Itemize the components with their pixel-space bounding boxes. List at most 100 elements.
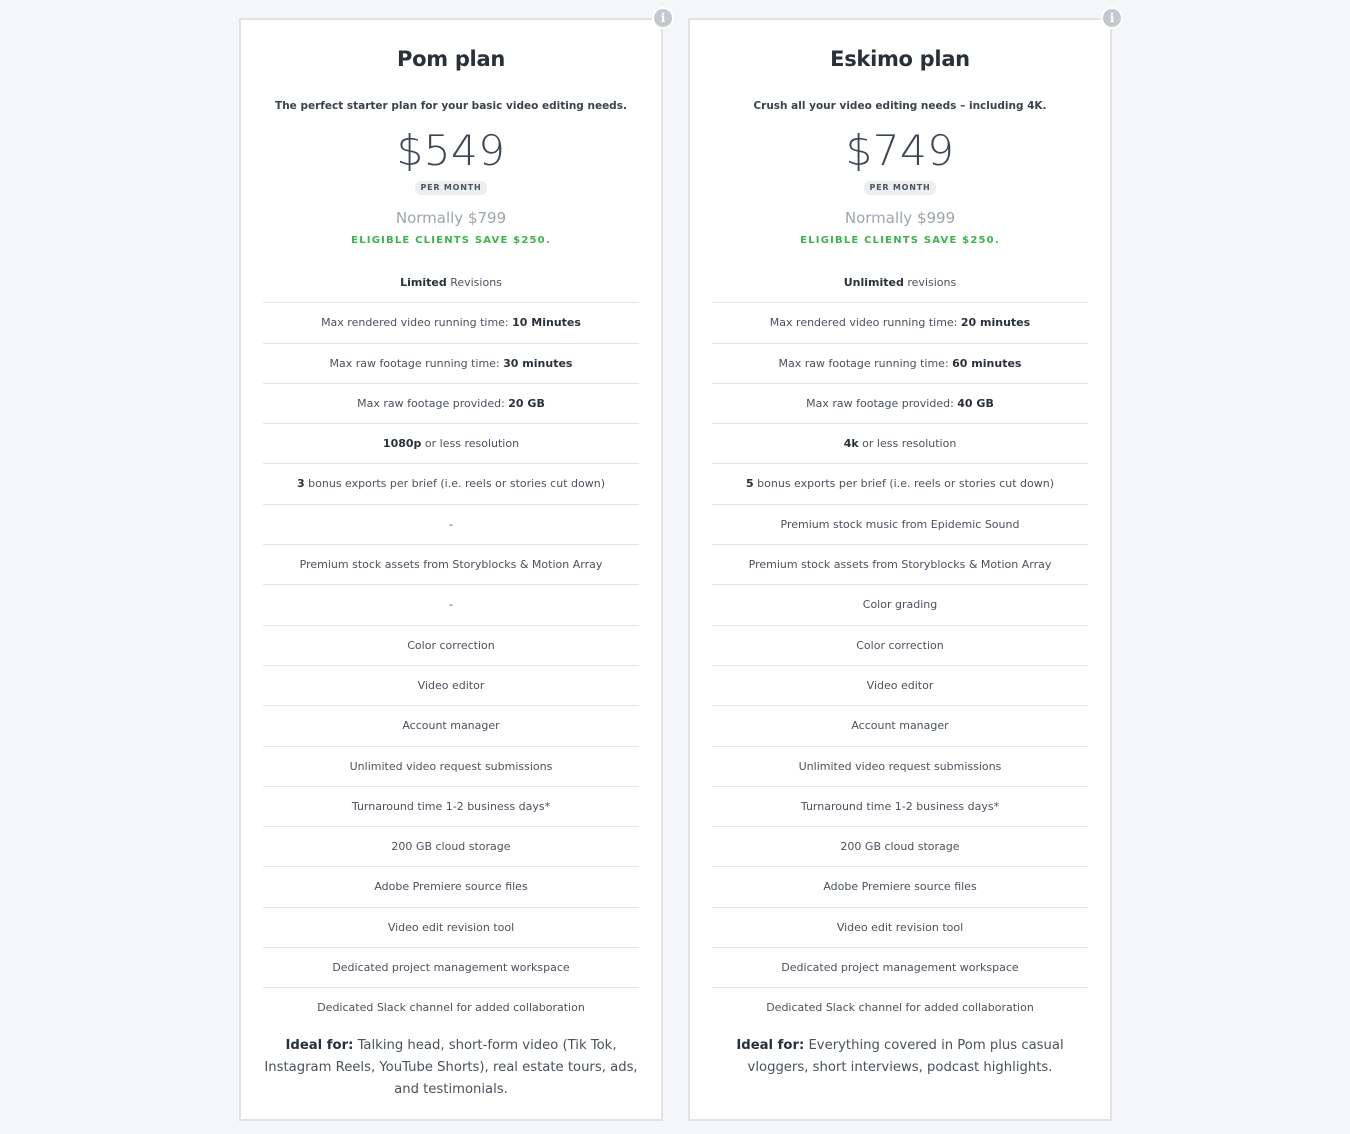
feature-text: Dedicated project management workspace (332, 961, 570, 975)
feature-item: Video edit revision tool (712, 908, 1088, 949)
feature-text: Unlimited video request submissions (349, 759, 553, 773)
plan-card-pom: i Pom plan The perfect starter plan for … (239, 9, 672, 1121)
feature-text: 200 GB cloud storage (840, 840, 960, 854)
feature-item: Dedicated project management workspace (263, 948, 639, 989)
feature-highlight: 5 (746, 477, 754, 491)
feature-item: 4k or less resolution (712, 424, 1088, 465)
feature-item: Max rendered video running time: 10 Minu… (263, 303, 639, 344)
feature-item: 3 bonus exports per brief (i.e. reels or… (263, 464, 639, 505)
feature-text: Premium stock assets from Storyblocks & … (748, 558, 1052, 572)
feature-item: Video edit revision tool (263, 908, 639, 949)
feature-text: Adobe Premiere source files (374, 880, 528, 894)
feature-text: Color correction (856, 638, 944, 652)
ideal-for: Ideal for: Talking head, short-form vide… (263, 1035, 639, 1101)
feature-text: Dedicated Slack channel for added collab… (766, 1001, 1034, 1015)
feature-text: 200 GB cloud storage (391, 840, 511, 854)
plan-price: $749 (845, 126, 955, 175)
feature-list: Limited Revisions Max rendered video runn… (241, 263, 661, 1029)
feature-text: Premium stock assets from Storyblocks & … (299, 558, 603, 572)
feature-text: Video editor (866, 678, 934, 692)
feature-item: Turnaround time 1-2 business days* (263, 787, 639, 828)
plan-tagline: The perfect starter plan for your basic … (275, 100, 627, 112)
feature-text: Color grading (862, 598, 938, 612)
feature-text: Dedicated Slack channel for added collab… (317, 1001, 585, 1015)
feature-text: Max raw footage provided: (806, 396, 958, 410)
feature-text: bonus exports per brief (i.e. reels or s… (753, 477, 1054, 491)
ideal-for-label: Ideal for: (285, 1037, 354, 1053)
savings-note: ELIGIBLE CLIENTS SAVE $250. (351, 235, 551, 246)
feature-text: revisions (903, 276, 957, 289)
feature-item: Video editor (263, 666, 639, 707)
feature-text: Max raw footage running time: (778, 356, 953, 370)
feature-text: Video edit revision tool (836, 920, 964, 934)
feature-highlight: 30 minutes (503, 356, 573, 370)
feature-item: Premium stock assets from Storyblocks & … (712, 545, 1088, 586)
feature-text: Color correction (407, 638, 495, 652)
feature-item: Max raw footage provided: 20 GB (263, 384, 639, 425)
feature-text: Video edit revision tool (387, 920, 515, 934)
feature-item: Turnaround time 1-2 business days* (712, 787, 1088, 828)
feature-highlight: 20 GB (508, 396, 545, 410)
feature-text: Max rendered video running time: (321, 316, 513, 330)
feature-text: bonus exports per brief (i.e. reels or s… (304, 477, 605, 491)
feature-highlight: 3 (297, 477, 305, 491)
feature-item: 5 bonus exports per brief (i.e. reels or… (712, 464, 1088, 505)
feature-item: Color grading (712, 585, 1088, 626)
feature-item: Adobe Premiere source files (263, 867, 639, 908)
feature-item: Color correction (263, 626, 639, 666)
feature-text: Dedicated project management workspace (781, 961, 1019, 975)
feature-highlight: 4k (843, 437, 859, 451)
feature-highlight: 60 minutes (952, 356, 1022, 370)
feature-text: Unlimited video request submissions (798, 759, 1002, 773)
feature-highlight: 20 minutes (960, 316, 1031, 330)
feature-text: Max raw footage provided: (357, 396, 509, 410)
feature-text: or less resolution (858, 437, 957, 451)
feature-item: Account manager (712, 706, 1088, 747)
price-period-badge: PER MONTH (864, 181, 936, 195)
info-icon[interactable]: i (1103, 9, 1121, 27)
feature-list: Unlimited revisions Max rendered video ru… (690, 263, 1110, 1029)
feature-item: Color correction (712, 626, 1088, 666)
feature-item: Limited Revisions (263, 263, 639, 304)
feature-item: - (263, 505, 639, 546)
feature-item: 200 GB cloud storage (263, 827, 639, 868)
feature-item: Unlimited video request submissions (712, 747, 1088, 787)
feature-highlight: 40 GB (957, 396, 994, 410)
ideal-for-label: Ideal for: (736, 1037, 805, 1053)
feature-text: Turnaround time 1-2 business days* (351, 799, 551, 813)
feature-text: Turnaround time 1-2 business days* (800, 799, 1000, 813)
feature-item: Max raw footage running time: 30 minutes (263, 344, 639, 384)
feature-text: Video editor (417, 678, 485, 692)
feature-text: Account manager (851, 719, 949, 733)
savings-note: ELIGIBLE CLIENTS SAVE $250. (800, 235, 1000, 246)
feature-highlight: 10 Minutes (512, 316, 581, 330)
feature-highlight: 1080p (382, 437, 422, 451)
feature-item: Unlimited video request submissions (263, 747, 639, 787)
feature-item: Dedicated Slack channel for added collab… (712, 988, 1088, 1028)
feature-item: - (263, 585, 639, 626)
feature-text: - (449, 598, 453, 612)
normal-price: Normally $799 (395, 209, 507, 227)
feature-item: Max rendered video running time: 20 minu… (712, 303, 1088, 344)
feature-item: Premium stock music from Epidemic Sound (712, 505, 1088, 546)
info-icon[interactable]: i (654, 9, 672, 27)
normal-price: Normally $999 (844, 209, 956, 227)
plan-tagline: Crush all your video editing needs – inc… (753, 100, 1047, 112)
feature-text: Revisions (446, 276, 502, 289)
feature-text: - (449, 517, 453, 531)
price-period-badge: PER MONTH (415, 181, 487, 195)
feature-text: Max raw footage running time: (329, 356, 504, 370)
feature-item: Unlimited revisions (712, 263, 1088, 304)
feature-item: Dedicated Slack channel for added collab… (263, 988, 639, 1028)
feature-item: Account manager (263, 706, 639, 747)
feature-item: Max raw footage provided: 40 GB (712, 384, 1088, 425)
ideal-for: Ideal for: Everything covered in Pom plu… (712, 1035, 1088, 1079)
feature-highlight: Unlimited (843, 276, 904, 289)
feature-item: Premium stock assets from Storyblocks & … (263, 545, 639, 586)
plan-name: Eskimo plan (830, 47, 970, 71)
plan-price: $549 (396, 126, 506, 175)
feature-item: Max raw footage running time: 60 minutes (712, 344, 1088, 384)
feature-item: 200 GB cloud storage (712, 827, 1088, 868)
feature-text: Premium stock music from Epidemic Sound (780, 517, 1020, 531)
plan-name: Pom plan (397, 47, 505, 71)
